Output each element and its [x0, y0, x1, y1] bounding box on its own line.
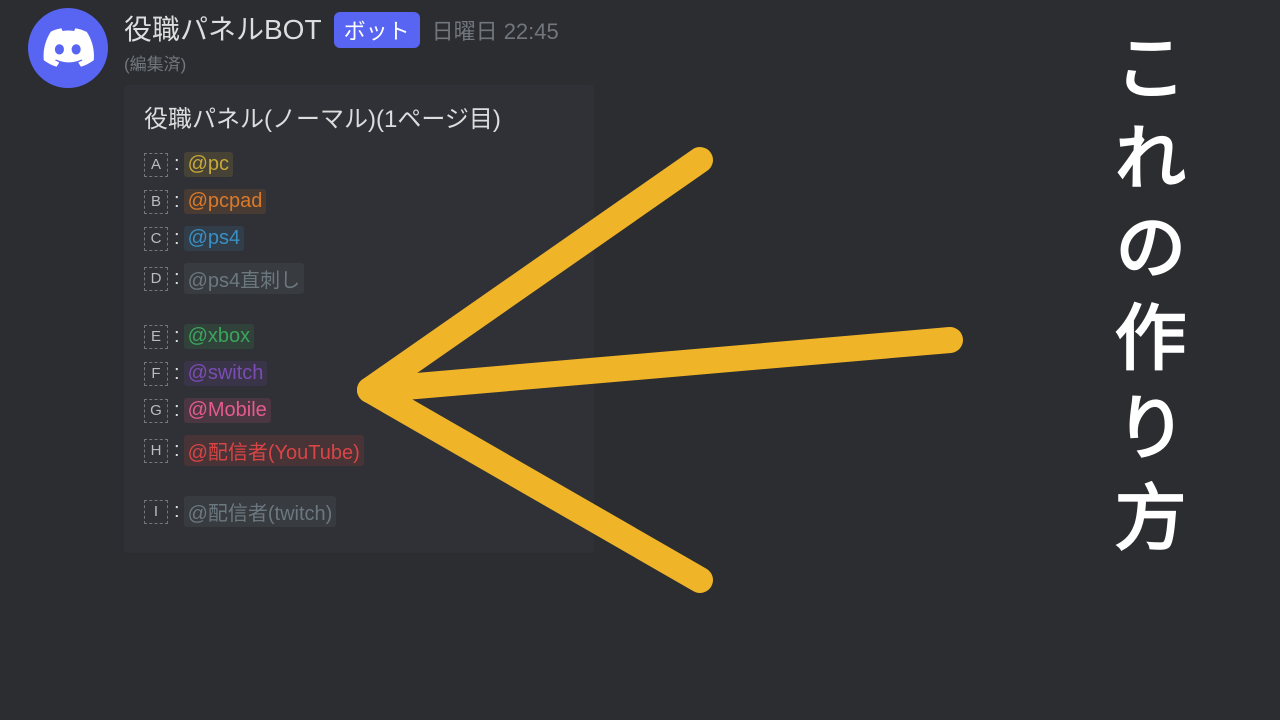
colon-separator: :	[174, 325, 180, 348]
letter-icon: I	[144, 500, 168, 524]
role-mention[interactable]: @ps4	[184, 226, 245, 251]
colon-separator: :	[174, 153, 180, 176]
edited-label: (編集済)	[124, 50, 594, 75]
colon-separator: :	[174, 227, 180, 250]
timestamp: 日曜日 22:45	[432, 14, 559, 46]
role-item[interactable]: F:@switch	[144, 361, 574, 386]
embed-panel: 役職パネル(ノーマル)(1ページ目) A:@pcB:@pcpadC:@ps4D:…	[124, 85, 594, 553]
letter-icon: D	[144, 267, 168, 291]
bot-badge: ボット	[334, 12, 420, 48]
role-item[interactable]: G:@Mobile	[144, 398, 574, 423]
letter-icon: F	[144, 362, 168, 386]
embed-title: 役職パネル(ノーマル)(1ページ目)	[144, 99, 574, 134]
role-mention[interactable]: @配信者(twitch)	[184, 496, 337, 527]
role-item[interactable]: A:@pc	[144, 152, 574, 177]
message-content: 役職パネルBOT ボット 日曜日 22:45 (編集済) 役職パネル(ノーマル)…	[124, 8, 594, 553]
role-mention[interactable]: @xbox	[184, 324, 255, 349]
message-header: 役職パネルBOT ボット 日曜日 22:45	[124, 8, 594, 48]
colon-separator: :	[174, 500, 180, 523]
colon-separator: :	[174, 362, 180, 385]
role-mention[interactable]: @pc	[184, 152, 233, 177]
role-item[interactable]: H:@配信者(YouTube)	[144, 435, 574, 466]
role-mention[interactable]: @switch	[184, 361, 268, 386]
letter-icon: E	[144, 325, 168, 349]
role-item[interactable]: D:@ps4直刺し	[144, 263, 574, 294]
overlay-title-vertical: これの作り方	[1091, 30, 1196, 570]
role-mention[interactable]: @pcpad	[184, 189, 267, 214]
discord-message: 役職パネルBOT ボット 日曜日 22:45 (編集済) 役職パネル(ノーマル)…	[28, 8, 594, 553]
role-item[interactable]: E:@xbox	[144, 324, 574, 349]
letter-icon: G	[144, 399, 168, 423]
role-item[interactable]: I:@配信者(twitch)	[144, 496, 574, 527]
letter-icon: A	[144, 153, 168, 177]
letter-icon: H	[144, 439, 168, 463]
colon-separator: :	[174, 267, 180, 290]
colon-separator: :	[174, 399, 180, 422]
avatar[interactable]	[28, 8, 108, 88]
username[interactable]: 役職パネルBOT	[124, 8, 322, 48]
role-item[interactable]: B:@pcpad	[144, 189, 574, 214]
letter-icon: B	[144, 190, 168, 214]
colon-separator: :	[174, 190, 180, 213]
roles-list: A:@pcB:@pcpadC:@ps4D:@ps4直刺しE:@xboxF:@sw…	[144, 152, 574, 527]
discord-logo-icon	[42, 28, 94, 68]
role-item[interactable]: C:@ps4	[144, 226, 574, 251]
role-mention[interactable]: @配信者(YouTube)	[184, 435, 364, 466]
role-mention[interactable]: @Mobile	[184, 398, 271, 423]
colon-separator: :	[174, 439, 180, 462]
role-mention[interactable]: @ps4直刺し	[184, 263, 305, 294]
letter-icon: C	[144, 227, 168, 251]
